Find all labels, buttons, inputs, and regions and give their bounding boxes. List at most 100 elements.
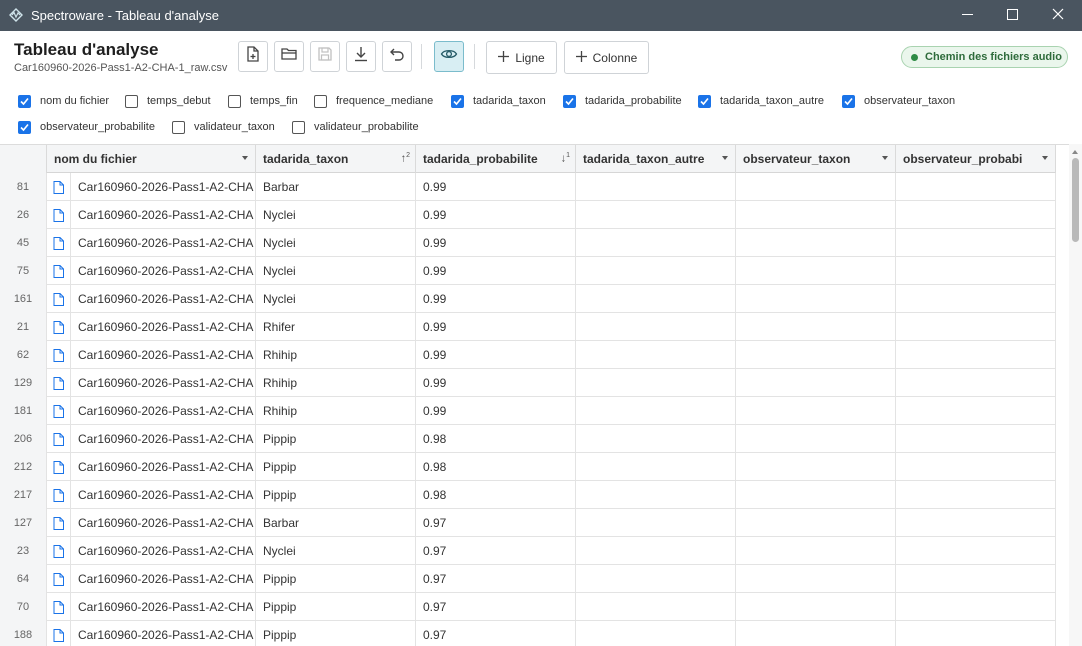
table-row[interactable]: 62 Car160960-2026-Pass1-A2-CHA Rhihip 0.99 bbox=[0, 341, 1056, 369]
checkbox[interactable] bbox=[563, 94, 576, 108]
undo-button[interactable] bbox=[382, 41, 412, 72]
cell-tadarida-probabilite[interactable]: 0.98 bbox=[416, 425, 576, 453]
cell-observateur-taxon[interactable] bbox=[736, 369, 896, 397]
checkbox[interactable] bbox=[698, 94, 711, 108]
cell-tadarida-probabilite[interactable]: 0.99 bbox=[416, 201, 576, 229]
download-button[interactable] bbox=[346, 41, 376, 72]
table-row[interactable]: 181 Car160960-2026-Pass1-A2-CHA Rhihip 0.99 bbox=[0, 397, 1056, 425]
file-icon[interactable] bbox=[47, 453, 71, 481]
file-icon[interactable] bbox=[47, 201, 71, 229]
cell-file-name[interactable]: Car160960-2026-Pass1-A2-CHA bbox=[71, 201, 256, 229]
cell-tadarida-taxon[interactable]: Pippip bbox=[256, 593, 416, 621]
table-row[interactable]: 127 Car160960-2026-Pass1-A2-CHA Barbar 0.97 bbox=[0, 509, 1056, 537]
cell-tadarida-taxon-autre[interactable] bbox=[576, 397, 736, 425]
sort-descending-icon[interactable]: ↓1 bbox=[561, 152, 570, 165]
cell-tadarida-probabilite[interactable]: 0.98 bbox=[416, 453, 576, 481]
colvis-observateur-taxon[interactable]: observateur_taxon bbox=[842, 94, 955, 108]
cell-file-name[interactable]: Car160960-2026-Pass1-A2-CHA bbox=[71, 369, 256, 397]
colvis-tadarida-taxon-autre[interactable]: tadarida_taxon_autre bbox=[698, 94, 824, 108]
cell-tadarida-taxon-autre[interactable] bbox=[576, 257, 736, 285]
colvis-observateur-probabilite[interactable]: observateur_probabilite bbox=[18, 120, 155, 134]
header-nom-du-fichier[interactable]: nom du fichier bbox=[47, 145, 256, 173]
cell-tadarida-probabilite[interactable]: 0.99 bbox=[416, 229, 576, 257]
cell-file-name[interactable]: Car160960-2026-Pass1-A2-CHA bbox=[71, 593, 256, 621]
cell-file-name[interactable]: Car160960-2026-Pass1-A2-CHA bbox=[71, 453, 256, 481]
cell-observateur-taxon[interactable] bbox=[736, 453, 896, 481]
scroll-up-icon[interactable] bbox=[1072, 150, 1078, 154]
cell-tadarida-taxon[interactable]: Barbar bbox=[256, 509, 416, 537]
cell-tadarida-probabilite[interactable]: 0.97 bbox=[416, 621, 576, 646]
cell-tadarida-taxon[interactable]: Rhifer bbox=[256, 313, 416, 341]
file-icon[interactable] bbox=[47, 481, 71, 509]
file-icon[interactable] bbox=[47, 565, 71, 593]
cell-observateur-taxon[interactable] bbox=[736, 257, 896, 285]
cell-tadarida-probabilite[interactable]: 0.99 bbox=[416, 369, 576, 397]
cell-tadarida-taxon[interactable]: Nyclei bbox=[256, 229, 416, 257]
checkbox[interactable] bbox=[228, 94, 241, 108]
cell-observateur-probabilite[interactable] bbox=[896, 313, 1056, 341]
save-button[interactable] bbox=[310, 41, 340, 72]
cell-observateur-taxon[interactable] bbox=[736, 425, 896, 453]
file-icon[interactable] bbox=[47, 621, 71, 646]
header-tadarida-taxon-autre[interactable]: tadarida_taxon_autre bbox=[576, 145, 736, 173]
minimize-button[interactable] bbox=[944, 0, 990, 31]
checkbox[interactable] bbox=[172, 120, 185, 134]
cell-observateur-probabilite[interactable] bbox=[896, 341, 1056, 369]
cell-tadarida-taxon-autre[interactable] bbox=[576, 593, 736, 621]
toggle-visibility-button[interactable] bbox=[434, 41, 464, 72]
file-icon[interactable] bbox=[47, 593, 71, 621]
cell-observateur-taxon[interactable] bbox=[736, 565, 896, 593]
file-icon[interactable] bbox=[47, 509, 71, 537]
cell-observateur-probabilite[interactable] bbox=[896, 509, 1056, 537]
cell-tadarida-probabilite[interactable]: 0.97 bbox=[416, 593, 576, 621]
cell-observateur-probabilite[interactable] bbox=[896, 621, 1056, 646]
add-row-button[interactable]: Ligne bbox=[486, 41, 557, 74]
cell-observateur-taxon[interactable] bbox=[736, 341, 896, 369]
checkbox[interactable] bbox=[451, 94, 464, 108]
maximize-button[interactable] bbox=[989, 0, 1035, 31]
cell-observateur-probabilite[interactable] bbox=[896, 425, 1056, 453]
cell-file-name[interactable]: Car160960-2026-Pass1-A2-CHA bbox=[71, 481, 256, 509]
table-row[interactable]: 212 Car160960-2026-Pass1-A2-CHA Pippip 0.98 bbox=[0, 453, 1056, 481]
cell-tadarida-probabilite[interactable]: 0.97 bbox=[416, 509, 576, 537]
checkbox[interactable] bbox=[314, 94, 327, 108]
cell-tadarida-taxon[interactable]: Pippip bbox=[256, 481, 416, 509]
cell-tadarida-taxon[interactable]: Nyclei bbox=[256, 257, 416, 285]
file-icon[interactable] bbox=[47, 229, 71, 257]
colvis-tadarida-taxon[interactable]: tadarida_taxon bbox=[451, 94, 546, 108]
file-icon[interactable] bbox=[47, 173, 71, 201]
cell-tadarida-taxon-autre[interactable] bbox=[576, 481, 736, 509]
cell-observateur-taxon[interactable] bbox=[736, 481, 896, 509]
table-row[interactable]: 26 Car160960-2026-Pass1-A2-CHA Nyclei 0.99 bbox=[0, 201, 1056, 229]
colvis-frequence-mediane[interactable]: frequence_mediane bbox=[314, 94, 433, 108]
file-icon[interactable] bbox=[47, 425, 71, 453]
table-row[interactable]: 45 Car160960-2026-Pass1-A2-CHA Nyclei 0.99 bbox=[0, 229, 1056, 257]
cell-file-name[interactable]: Car160960-2026-Pass1-A2-CHA bbox=[71, 509, 256, 537]
cell-tadarida-probabilite[interactable]: 0.99 bbox=[416, 313, 576, 341]
header-tadarida-probabilite[interactable]: tadarida_probabilite ↓1 bbox=[416, 145, 576, 173]
cell-tadarida-taxon[interactable]: Pippip bbox=[256, 565, 416, 593]
cell-tadarida-taxon[interactable]: Nyclei bbox=[256, 537, 416, 565]
file-icon[interactable] bbox=[47, 313, 71, 341]
cell-observateur-taxon[interactable] bbox=[736, 313, 896, 341]
file-icon[interactable] bbox=[47, 257, 71, 285]
table-row[interactable]: 75 Car160960-2026-Pass1-A2-CHA Nyclei 0.99 bbox=[0, 257, 1056, 285]
open-folder-button[interactable] bbox=[274, 41, 304, 72]
colvis-nom-du-fichier[interactable]: nom du fichier bbox=[18, 94, 109, 108]
table-row[interactable]: 206 Car160960-2026-Pass1-A2-CHA Pippip 0.98 bbox=[0, 425, 1056, 453]
cell-file-name[interactable]: Car160960-2026-Pass1-A2-CHA bbox=[71, 537, 256, 565]
cell-file-name[interactable]: Car160960-2026-Pass1-A2-CHA bbox=[71, 313, 256, 341]
cell-tadarida-taxon-autre[interactable] bbox=[576, 509, 736, 537]
checkbox[interactable] bbox=[18, 94, 31, 108]
cell-observateur-taxon[interactable] bbox=[736, 509, 896, 537]
cell-observateur-probabilite[interactable] bbox=[896, 565, 1056, 593]
cell-file-name[interactable]: Car160960-2026-Pass1-A2-CHA bbox=[71, 397, 256, 425]
cell-tadarida-taxon[interactable]: Rhihip bbox=[256, 369, 416, 397]
cell-tadarida-taxon-autre[interactable] bbox=[576, 621, 736, 646]
table-row[interactable]: 23 Car160960-2026-Pass1-A2-CHA Nyclei 0.97 bbox=[0, 537, 1056, 565]
table-row[interactable]: 64 Car160960-2026-Pass1-A2-CHA Pippip 0.97 bbox=[0, 565, 1056, 593]
close-button[interactable] bbox=[1035, 0, 1081, 31]
cell-tadarida-probabilite[interactable]: 0.99 bbox=[416, 173, 576, 201]
add-column-button[interactable]: Colonne bbox=[564, 41, 649, 74]
table-row[interactable]: 217 Car160960-2026-Pass1-A2-CHA Pippip 0.98 bbox=[0, 481, 1056, 509]
